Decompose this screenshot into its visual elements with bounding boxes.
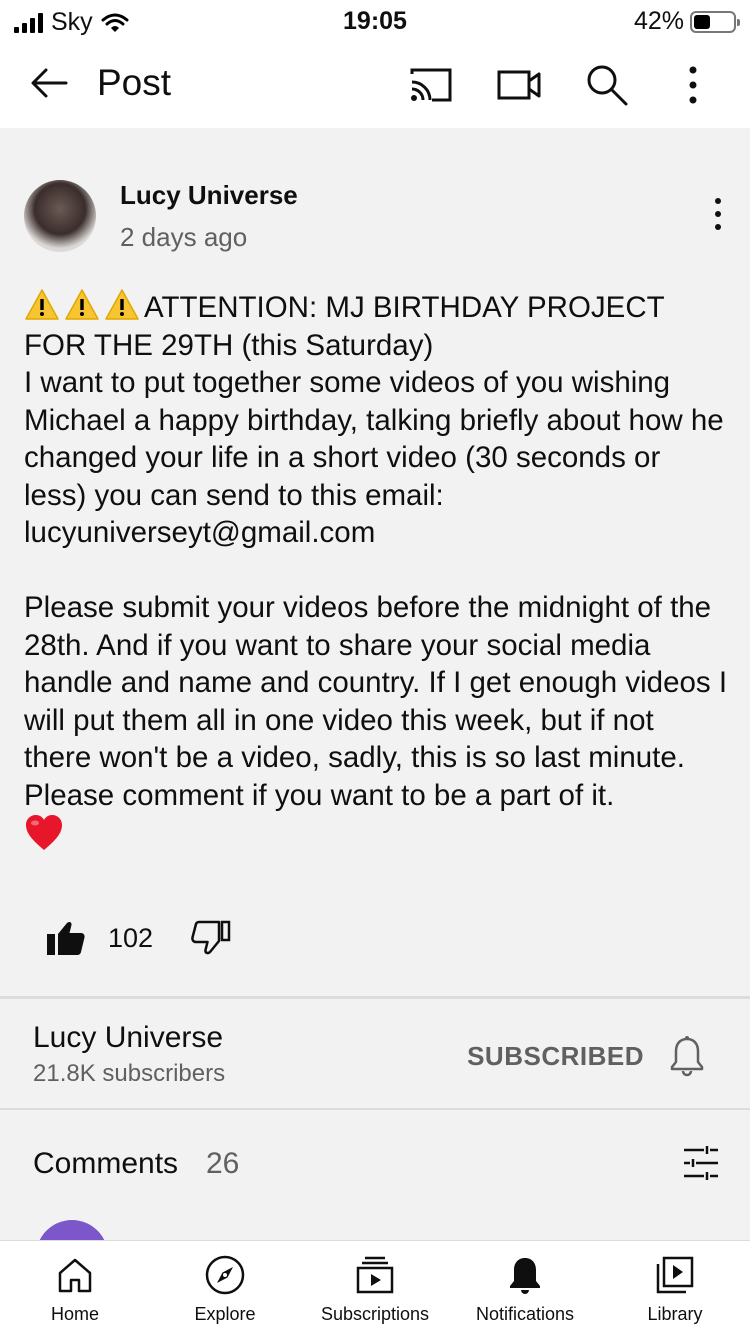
nav-notifications[interactable]: Notifications bbox=[450, 1241, 600, 1334]
battery-fill bbox=[694, 14, 710, 29]
sort-filter-icon[interactable] bbox=[682, 1144, 720, 1182]
comments-section[interactable]: Comments 26 bbox=[0, 1110, 750, 1240]
nav-subscriptions[interactable]: Subscriptions bbox=[300, 1241, 450, 1334]
warning-emoji-icon bbox=[24, 289, 144, 324]
nav-home[interactable]: Home bbox=[0, 1241, 150, 1334]
status-bar: Sky 19:05 42% bbox=[0, 0, 750, 40]
post-card: Lucy Universe 2 days ago ATTENTION: MJ B… bbox=[0, 128, 750, 996]
post-more-icon[interactable] bbox=[706, 198, 730, 238]
comments-label: Comments bbox=[33, 1147, 179, 1180]
battery-group: 42% bbox=[633, 7, 740, 36]
battery-icon bbox=[690, 10, 740, 33]
thumbs-down-icon[interactable] bbox=[191, 920, 231, 956]
home-icon bbox=[58, 1258, 92, 1293]
library-icon bbox=[656, 1256, 694, 1294]
thumbs-up-icon[interactable] bbox=[46, 920, 86, 956]
post-time: 2 days ago bbox=[120, 222, 248, 252]
app-bar: Post bbox=[0, 40, 750, 128]
nav-library[interactable]: Library bbox=[600, 1241, 750, 1334]
subscriptions-icon bbox=[356, 1256, 394, 1294]
bottom-nav: Home Explore Subscriptions Notifications… bbox=[0, 1240, 750, 1334]
channel-row[interactable]: Lucy Universe 21.8K subscribers SUBSCRIB… bbox=[0, 999, 750, 1109]
subscribed-button[interactable]: SUBSCRIBED bbox=[467, 1041, 644, 1072]
back-arrow-icon[interactable] bbox=[28, 62, 70, 104]
page-title: Post bbox=[97, 62, 172, 103]
compass-icon bbox=[205, 1255, 245, 1295]
battery-percent: 42% bbox=[633, 7, 684, 35]
post-text-body: I want to put together some videos of yo… bbox=[24, 366, 728, 812]
nav-home-label: Home bbox=[50, 1304, 99, 1324]
nav-library-label: Library bbox=[647, 1304, 703, 1324]
like-count: 102 bbox=[108, 922, 154, 953]
heart-icon bbox=[26, 815, 62, 850]
more-vert-icon[interactable] bbox=[670, 62, 716, 108]
notification-bell-icon[interactable] bbox=[668, 1035, 706, 1077]
bell-icon bbox=[510, 1258, 540, 1294]
camera-icon[interactable] bbox=[496, 62, 542, 108]
subscriber-count: 21.8K subscribers bbox=[33, 1060, 226, 1087]
comments-count: 26 bbox=[206, 1147, 240, 1180]
avatar[interactable] bbox=[24, 180, 96, 252]
channel-name[interactable]: Lucy Universe bbox=[33, 1021, 223, 1055]
cast-icon[interactable] bbox=[408, 62, 454, 108]
post-author[interactable]: Lucy Universe bbox=[120, 180, 298, 211]
search-icon[interactable] bbox=[584, 62, 630, 108]
nav-explore[interactable]: Explore bbox=[150, 1241, 300, 1334]
nav-notifications-label: Notifications bbox=[475, 1304, 575, 1324]
comment-avatar[interactable] bbox=[36, 1220, 108, 1240]
nav-subscriptions-label: Subscriptions bbox=[320, 1304, 430, 1324]
post-text: ATTENTION: MJ BIRTHDAY PROJECT FOR THE 2… bbox=[24, 288, 729, 854]
post-actions: 102 bbox=[46, 920, 231, 956]
nav-explore-label: Explore bbox=[194, 1304, 256, 1324]
